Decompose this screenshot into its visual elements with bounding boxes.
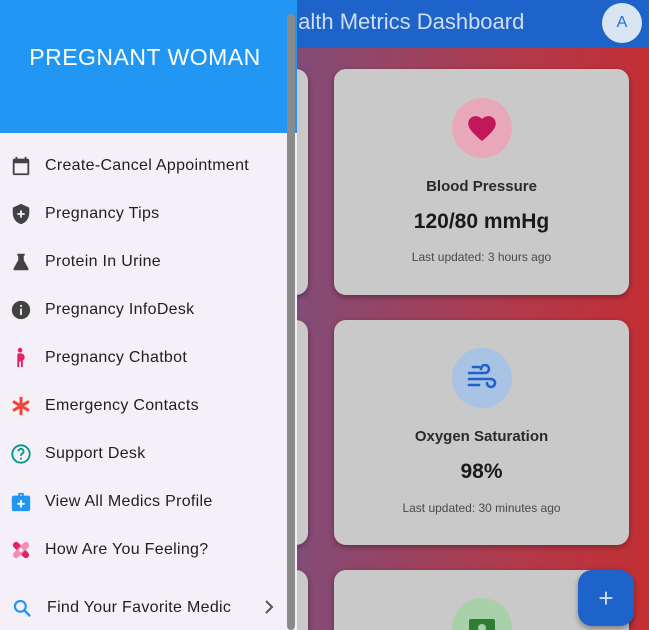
heart-icon [452, 98, 512, 158]
asterisk-icon [9, 394, 33, 418]
add-icon: + [598, 582, 614, 613]
menu-item-label: View All Medics Profile [45, 493, 213, 510]
menu-item-label: Emergency Contacts [45, 397, 199, 414]
menu-item-support-desk[interactable]: Support Desk [0, 434, 290, 474]
drawer-header: PREGNANT WOMAN [0, 0, 297, 133]
chevron-right-icon[interactable] [262, 598, 276, 621]
info-icon [9, 298, 33, 322]
card-value: 120/80 mmHg [413, 210, 550, 233]
card-value: 98% [460, 460, 503, 483]
pregnant-woman-icon [9, 346, 33, 370]
card-label: Oxygen Saturation [414, 428, 549, 445]
medical-bag-icon [9, 490, 33, 514]
menu-item-pregnancy-tips[interactable]: Pregnancy Tips [0, 194, 290, 234]
search-icon [10, 596, 34, 620]
calendar-icon [9, 154, 33, 178]
menu-item-label: Pregnancy InfoDesk [45, 301, 195, 318]
menu-item-label: Protein In Urine [45, 253, 161, 270]
menu-item-appointment[interactable]: Create-Cancel Appointment [0, 146, 290, 186]
app-title: Health Metrics Dashboard [270, 9, 525, 34]
menu-item-protein-in-urine[interactable]: Protein In Urine [0, 242, 290, 282]
avatar[interactable]: A [602, 3, 642, 43]
metric-card-blood-pressure[interactable]: Blood Pressure 120/80 mmHg Last updated:… [334, 69, 629, 295]
money-icon [452, 598, 512, 630]
bandage-icon [9, 538, 33, 562]
drawer-title: PREGNANT WOMAN [29, 44, 261, 70]
menu-item-label: Pregnancy Chatbot [45, 349, 188, 366]
card-label: Blood Pressure [426, 178, 537, 195]
menu-item-label: How Are You Feeling? [45, 541, 209, 558]
metric-card-oxygen[interactable]: Oxygen Saturation 98% Last updated: 30 m… [334, 320, 629, 545]
menu-item-infodesk[interactable]: Pregnancy InfoDesk [0, 290, 290, 330]
flask-icon [9, 250, 33, 274]
add-button[interactable]: + [578, 570, 634, 626]
menu-item-label: Support Desk [45, 445, 146, 462]
menu-item-emergency[interactable]: Emergency Contacts [0, 386, 290, 426]
menu-item-label: Create-Cancel Appointment [45, 157, 250, 174]
menu-item-chatbot[interactable]: Pregnancy Chatbot [0, 338, 290, 378]
shield-plus-icon [9, 202, 33, 226]
card-updated: Last updated: 3 hours ago [411, 250, 552, 264]
card-updated: Last updated: 30 minutes ago [402, 501, 561, 515]
drawer-scrollbar[interactable] [287, 14, 295, 630]
menu-item-feeling[interactable]: How Are You Feeling? [0, 530, 290, 570]
menu-item-medics-profile[interactable]: View All Medics Profile [0, 482, 290, 522]
air-icon [452, 348, 512, 408]
menu-item-label: Pregnancy Tips [45, 205, 160, 222]
navigation-drawer: PREGNANT WOMAN Create-Cancel Appointment… [0, 0, 297, 630]
help-circle-icon [9, 442, 33, 466]
expandable-find-medic[interactable]: Find Your Favorite Medic [0, 588, 290, 628]
menu-item-label: Find Your Favorite Medic [47, 599, 232, 616]
